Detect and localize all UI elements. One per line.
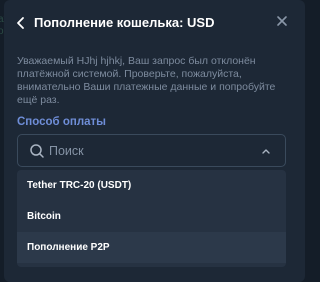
payment-method-search[interactable] [17,134,286,167]
search-icon [30,144,44,158]
rejection-message: Уважаемый HJhj hjhkj, Ваш запрос был отк… [17,55,276,106]
deposit-modal: Пополнение кошелька: USD Уважаемый HJhj … [4,0,305,282]
payment-method-label: Способ оплаты [17,116,106,128]
option-tether-trc20[interactable]: Tether TRC-20 (USDT) [17,170,286,201]
chevron-left-icon [17,17,24,29]
option-bitcoin[interactable]: Bitcoin [17,201,286,232]
modal-header: Пополнение кошелька: USD [4,0,305,46]
chevron-up-icon[interactable] [262,148,270,154]
back-button[interactable] [14,14,28,32]
close-button[interactable] [275,14,289,28]
modal-title: Пополнение кошелька: USD [34,15,215,30]
close-icon [277,16,287,26]
payment-method-dropdown: Tether TRC-20 (USDT) Bitcoin Пополнение … [17,170,286,267]
search-input[interactable] [49,141,249,161]
option-p2p[interactable]: Пополнение P2P [17,232,286,263]
